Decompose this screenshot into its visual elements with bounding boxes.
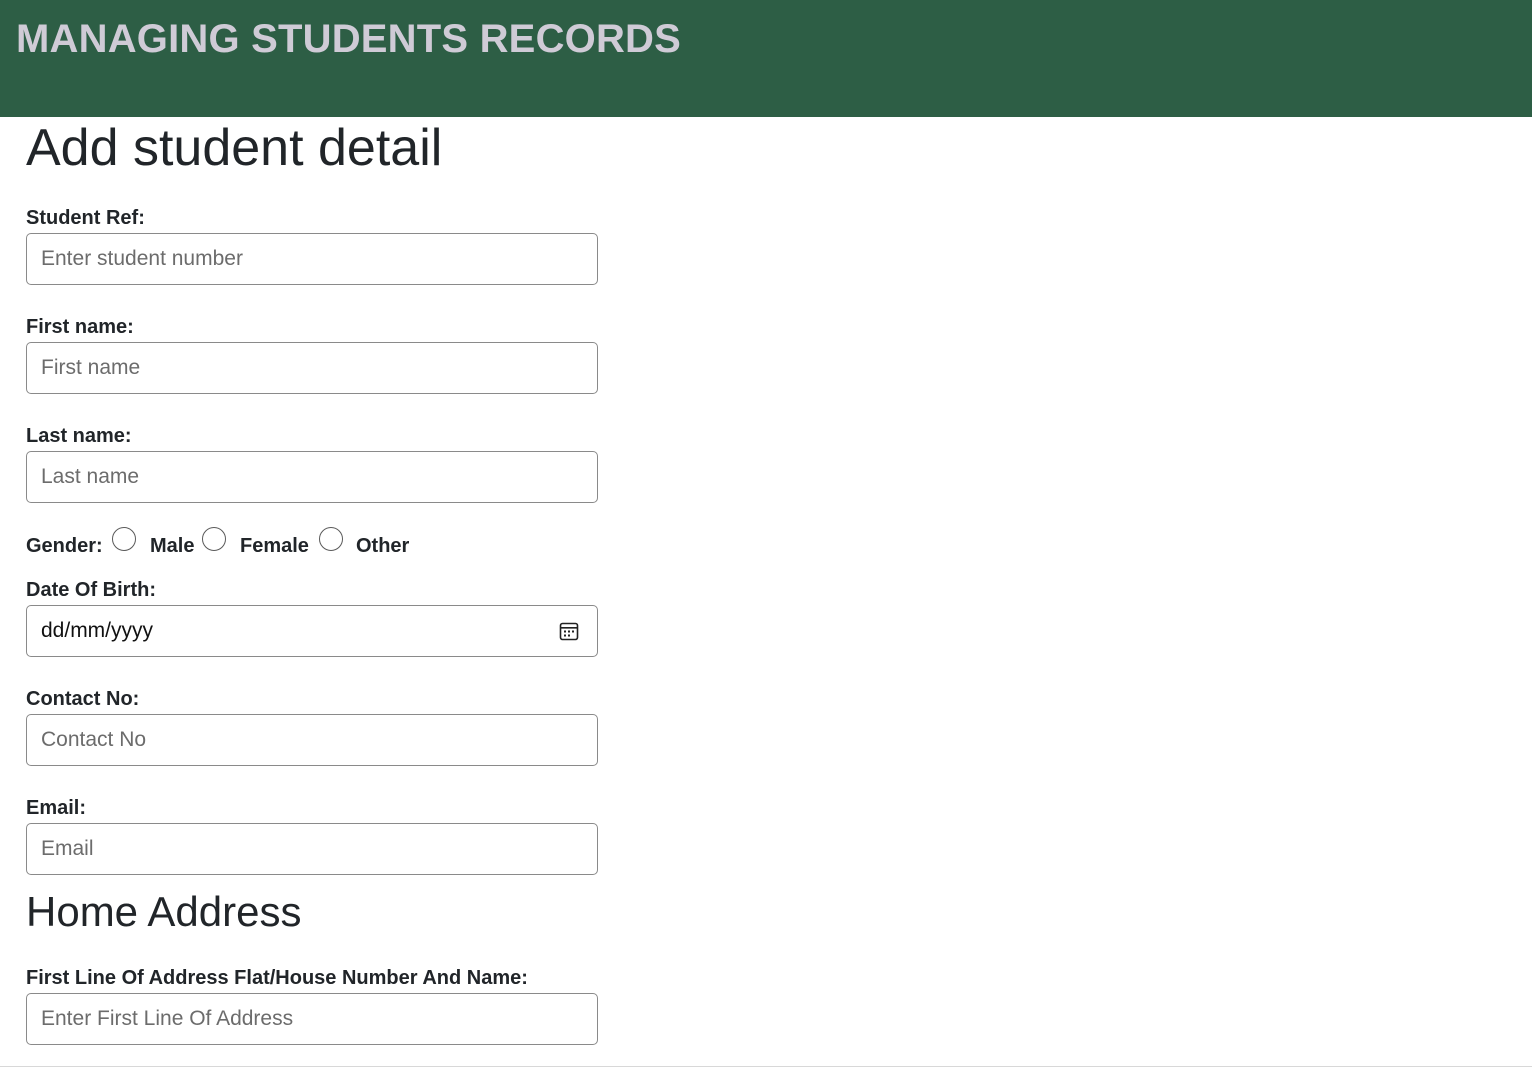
app-title: MANAGING STUDENTS RECORDS xyxy=(16,17,682,61)
contact-label: Contact No: xyxy=(26,688,140,710)
first-name-label: First name: xyxy=(26,316,134,338)
last-name-label: Last name: xyxy=(26,425,132,447)
gender-group: Gender: Male Female Other xyxy=(26,522,626,562)
gender-label: Gender: xyxy=(26,535,103,557)
home-address-title: Home Address xyxy=(26,888,302,935)
contact-input[interactable] xyxy=(26,714,598,766)
bottom-divider xyxy=(0,1066,1532,1067)
app-header: MANAGING STUDENTS RECORDS xyxy=(0,0,1532,117)
address-line1-input[interactable] xyxy=(26,993,598,1045)
student-ref-label: Student Ref: xyxy=(26,207,145,229)
address-line1-label: First Line Of Address Flat/House Number … xyxy=(26,967,528,989)
dob-label: Date Of Birth: xyxy=(26,579,156,601)
calendar-icon[interactable] xyxy=(559,621,579,641)
gender-female-label[interactable]: Female xyxy=(240,534,309,558)
last-name-input[interactable] xyxy=(26,451,598,503)
dob-value: dd/mm/yyyy xyxy=(41,619,154,642)
gender-other-radio[interactable] xyxy=(319,527,343,551)
gender-female-radio[interactable] xyxy=(202,527,226,551)
gender-male-radio[interactable] xyxy=(112,527,136,551)
gender-male-label[interactable]: Male xyxy=(150,534,194,558)
gender-other-label[interactable]: Other xyxy=(356,534,409,558)
email-label: Email: xyxy=(26,797,87,819)
student-ref-input[interactable] xyxy=(26,233,598,285)
dob-input[interactable]: dd/mm/yyyy xyxy=(26,605,598,657)
first-name-input[interactable] xyxy=(26,342,598,394)
email-input[interactable] xyxy=(26,823,598,875)
page-title: Add student detail xyxy=(26,119,443,177)
